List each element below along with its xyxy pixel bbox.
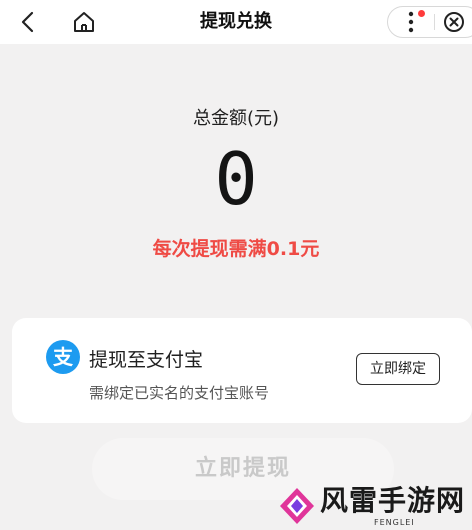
bind-now-button[interactable]: 立即绑定 bbox=[356, 353, 440, 385]
alipay-card-subtitle: 需绑定已实名的支付宝账号 bbox=[89, 384, 270, 402]
total-amount-value: 0 bbox=[214, 137, 258, 221]
back-arrow-icon bbox=[21, 11, 34, 33]
back-button[interactable] bbox=[14, 8, 42, 36]
home-button[interactable] bbox=[70, 8, 98, 36]
watermark-subtext: FENGLEI bbox=[374, 518, 415, 527]
alipay-withdraw-card: 支 提现至支付宝 需绑定已实名的支付宝账号 立即绑定 bbox=[12, 318, 472, 423]
more-button[interactable] bbox=[388, 7, 434, 37]
watermark: 风雷手游网 FENGLEI bbox=[278, 484, 472, 530]
header-bar: 提现兑换 bbox=[0, 0, 472, 44]
notification-dot bbox=[418, 10, 425, 17]
alipay-card-title: 提现至支付宝 bbox=[89, 349, 204, 371]
close-circle-icon bbox=[444, 12, 464, 32]
close-button[interactable] bbox=[435, 7, 472, 37]
more-dots-icon bbox=[408, 11, 414, 33]
watermark-text: 风雷手游网 bbox=[320, 484, 466, 517]
fenglei-logo-icon bbox=[280, 488, 314, 524]
alipay-icon: 支 bbox=[46, 340, 80, 374]
withdraw-rule-text: 每次提现需满0.1元 bbox=[152, 238, 320, 260]
mini-program-capsule bbox=[387, 6, 472, 38]
total-amount-label: 总金额(元) bbox=[192, 108, 280, 129]
home-icon bbox=[74, 12, 94, 32]
